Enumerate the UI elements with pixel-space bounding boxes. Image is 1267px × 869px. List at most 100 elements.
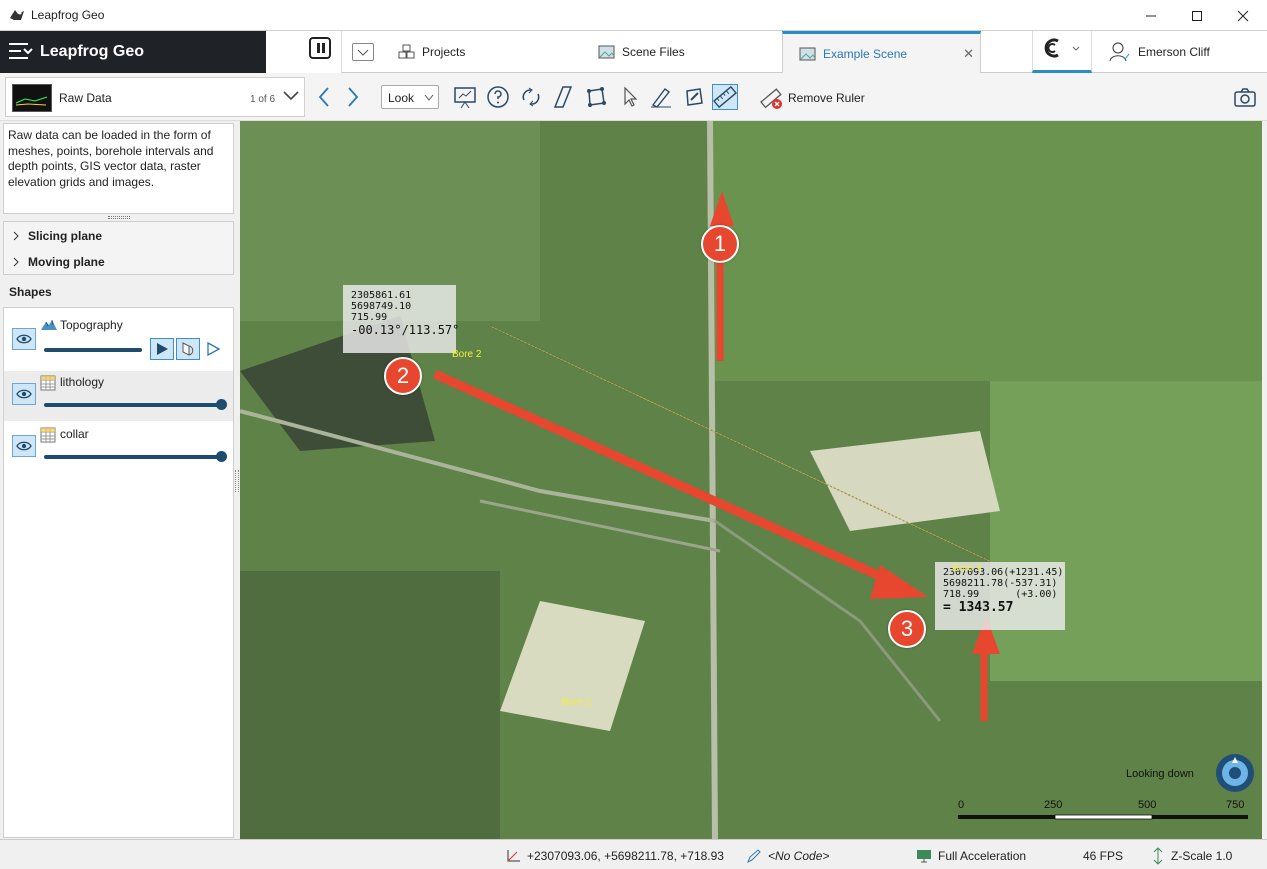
collar-transparency-slider[interactable] [44,455,222,459]
help-button[interactable] [485,84,511,110]
maximize-button[interactable] [1174,0,1220,31]
eye-icon [16,334,32,344]
tab-scene-files-label: Scene Files [622,45,685,59]
planes-panel: Slicing plane Moving plane [3,221,234,275]
close-icon [1237,10,1249,21]
sidebar-splitter[interactable] [235,470,239,492]
chevron-left-icon [318,87,329,107]
texture-icon [182,342,194,356]
central-menu[interactable] [1032,31,1092,73]
scale-tick: 750 [1226,799,1245,811]
status-bar: +2307093.06, +5698211.78, +718.93 <No Co… [0,839,1267,869]
remove-ruler-button[interactable]: Remove Ruler [760,85,865,111]
acceleration-indicator[interactable]: Full Acceleration [916,848,1026,864]
slicing-plane-label: Slicing plane [28,229,103,243]
start-angle: -00.13°/113.57° [351,323,460,337]
scale-bar-graphic [958,814,1248,820]
slicing-plane-item[interactable]: Slicing plane [12,226,102,246]
scene-count: 1 of 6 [250,94,276,105]
eye-icon [16,389,32,399]
window-titlebar: Leapfrog Geo [0,0,1267,31]
monitor-icon [917,850,931,863]
pause-icon[interactable] [309,37,331,59]
look-dropdown[interactable]: Look [381,85,439,109]
screenshot-button[interactable] [1232,84,1258,110]
bore-label: Bore 3 [952,563,982,574]
move-plane-button[interactable] [583,84,609,110]
select-button[interactable] [617,84,643,110]
remove-ruler-label: Remove Ruler [788,91,865,105]
window-title: Leapfrog Geo [31,8,105,22]
play-button[interactable] [150,338,174,360]
callout-marker: 1 [701,225,739,263]
rotate-button[interactable] [518,84,544,110]
start-y: 5698749.10 [351,301,412,312]
presentation-icon [454,87,476,109]
vertical-arrows-icon [1153,847,1163,865]
tab-projects[interactable]: Projects [398,31,558,73]
lithology-slider-knob[interactable] [216,399,227,410]
present-scene-button[interactable] [452,84,478,110]
visibility-toggle[interactable] [12,383,36,405]
visibility-toggle[interactable] [12,435,36,457]
texture-button[interactable] [176,338,200,360]
tab-list-dropdown[interactable] [352,43,374,61]
minimize-button[interactable] [1128,0,1174,31]
brand-area: Leapfrog Geo [0,31,266,73]
draw-slice-button[interactable] [550,84,576,110]
ruler-start-readout: 2305861.61 5698749.10 715.99 -00.13°/113… [343,285,460,353]
compass-icon[interactable] [1215,753,1255,793]
ruler-icon [713,85,737,109]
chevron-right-icon [13,231,19,241]
shapes-header: Shapes [9,285,52,299]
scale-bar: 0 250 500 750 [956,799,1250,827]
remove-ruler-icon [760,88,782,109]
close-window-button[interactable] [1220,0,1266,31]
fps-value: 46 FPS [1083,849,1124,863]
zscale-value: Z-Scale 1.0 [1171,849,1233,863]
shapes-list: Topography lithology collar [3,307,234,838]
main-navbar: Leapfrog Geo Projects Scene Files Exampl… [0,31,1267,73]
hamburger-menu-icon[interactable] [8,40,34,62]
play-icon [157,343,168,355]
fps-counter: 46 FPS [1083,848,1123,864]
ruler-distance: = 1343.57 [943,600,1014,615]
scene-label: Raw Data [59,91,112,105]
zscale-indicator[interactable]: Z-Scale 1.0 [1151,847,1233,865]
tab-projects-label: Projects [422,45,466,59]
pencil-icon [747,849,761,864]
table-icon [40,427,56,443]
shape-lithology[interactable]: lithology [4,371,233,421]
user-menu[interactable]: Emerson Cliff [1108,31,1210,73]
table-icon [40,375,56,391]
chevron-right-icon [13,257,19,267]
resize-grip[interactable] [108,216,130,219]
collar-slider-knob[interactable] [216,451,227,462]
shape-topography[interactable]: Topography [4,308,233,360]
lithology-transparency-slider[interactable] [44,403,222,407]
topography-transparency-slider[interactable] [44,348,142,352]
slice-plane-icon [553,86,573,108]
draw-line-button[interactable] [648,84,674,110]
previous-scene-button[interactable] [311,84,337,110]
chevron-down-icon [357,49,369,56]
scale-tick: 250 [1044,799,1063,811]
moving-plane-item[interactable]: Moving plane [12,252,105,272]
close-tab-icon[interactable]: ✕ [963,46,974,62]
scene-viewport[interactable]: 2305861.61 5698749.10 715.99 -00.13°/113… [240,121,1262,839]
saved-scene-selector[interactable]: Raw Data 1 of 6 [5,77,305,117]
visibility-toggle[interactable] [12,328,36,350]
next-scene-button[interactable] [340,84,366,110]
edit-shape-button[interactable] [681,84,707,110]
topography-icon [41,319,57,330]
shape-collar[interactable]: collar [4,423,233,473]
cubes-icon [398,44,415,59]
end-y: 5698211.78(-537.31) [943,578,1058,589]
tab-scene-files[interactable]: Scene Files [598,31,758,73]
callout-marker: 3 [888,610,926,648]
shape-lithology-name: lithology [60,375,105,389]
expand-options-button[interactable] [202,338,224,360]
tab-example-scene[interactable]: Example Scene ✕ [782,31,981,73]
code-indicator[interactable]: <No Code> [746,848,829,864]
ruler-button[interactable] [712,84,738,110]
